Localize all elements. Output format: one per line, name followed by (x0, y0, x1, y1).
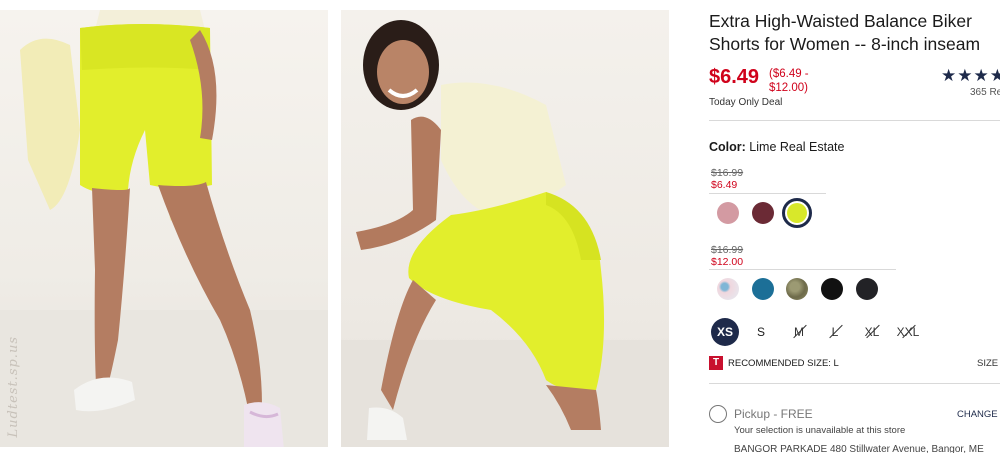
size-xs-label: XS (716, 325, 733, 339)
product-photo-back[interactable] (341, 10, 669, 447)
color-label: Color: Lime Real Estate (709, 140, 844, 154)
swatch-charcoal[interactable] (856, 278, 878, 300)
divider (709, 120, 1000, 121)
group1-original-price: $16.99 (711, 167, 744, 179)
watermark: Ludtest.sp.us (6, 335, 21, 437)
pickup-label: Pickup - FREE (734, 407, 813, 421)
swatch-black[interactable] (821, 278, 843, 300)
deal-label: Today Only Deal (709, 97, 783, 108)
size-m-button[interactable]: M (785, 318, 813, 346)
size-l-button[interactable]: L (821, 318, 849, 346)
divider (709, 383, 1000, 384)
size-xl-button[interactable]: XL (858, 318, 886, 346)
price-range-line1: ($6.49 - (769, 68, 809, 80)
product-photo-back-image (341, 20, 669, 447)
size-s-button[interactable]: S (747, 318, 775, 346)
store-address-link[interactable]: BANGOR PARKADE 480 Stillwater Avenue, Ba… (734, 444, 984, 453)
price-range-line2: $12.00) (769, 82, 809, 94)
color-label-value: Lime Real Estate (749, 140, 845, 154)
group2-original-price: $16.99 (711, 244, 744, 256)
group2-sale-price: $12.00 (711, 256, 744, 268)
sale-price: $6.49 (709, 66, 760, 88)
product-photo-front-image (0, 10, 328, 447)
size-s-label: S (756, 325, 765, 339)
product-title-line1: Extra High-Waisted Balance Biker (709, 11, 972, 31)
product-title: Extra High-Waisted Balance Biker Shorts … (709, 10, 1000, 56)
change-store-link[interactable]: CHANGE S (957, 409, 1000, 420)
swatch-olive-camo[interactable] (786, 278, 808, 300)
size-chart-link[interactable]: SIZE (977, 358, 998, 369)
group1-divider (709, 193, 826, 194)
pickup-radio[interactable] (709, 405, 727, 423)
pickup-unavailable-text: Your selection is unavailable at this st… (734, 425, 906, 436)
group1-sale-price: $6.49 (711, 179, 738, 191)
rating-stars[interactable]: ★★★★ (941, 66, 1000, 86)
color-label-key: Color: (709, 140, 746, 154)
review-count-link[interactable]: 365 Re (970, 87, 1000, 98)
swatch-rose[interactable] (717, 202, 739, 224)
swatch-lime-selected[interactable] (782, 198, 812, 228)
group2-divider (709, 269, 896, 270)
product-title-line2: Shorts for Women -- 8-inch inseam (709, 34, 981, 54)
product-info-panel: Extra High-Waisted Balance Biker Shorts … (709, 0, 1000, 453)
swatch-burgundy[interactable] (752, 202, 774, 224)
recommended-size-link[interactable]: RECOMMENDED SIZE: L (728, 358, 839, 369)
product-photo-front[interactable]: Ludtest.sp.us (0, 10, 328, 447)
size-xxl-button[interactable]: XXL (894, 318, 922, 346)
price-range: ($6.49 - $12.00) (769, 67, 809, 95)
true-fit-icon: T (709, 356, 723, 370)
swatch-tie-dye[interactable] (717, 278, 739, 300)
swatch-teal-blue[interactable] (752, 278, 774, 300)
size-xs-button[interactable]: XS (711, 318, 739, 346)
